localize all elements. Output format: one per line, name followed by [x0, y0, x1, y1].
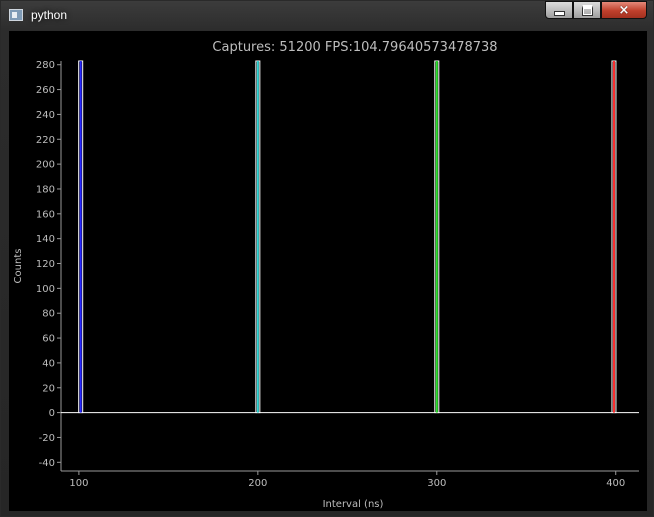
axes: 280260240220200180160140120100806040200-…	[36, 60, 639, 489]
title-bar[interactable]: python ×	[1, 1, 653, 31]
x-axis-label: Interval (ns)	[323, 499, 384, 510]
x-tick-label: 100	[69, 478, 88, 489]
y-tick-label: 200	[36, 160, 55, 171]
bar-fill	[612, 61, 615, 413]
bars	[78, 60, 617, 414]
bar-fill	[435, 61, 438, 413]
histogram-chart[interactable]: Captures: 51200 FPS:104.79640573478738 C…	[9, 31, 647, 511]
y-tick-label: 240	[36, 110, 55, 121]
bar-fill	[79, 61, 82, 413]
minimize-button[interactable]	[545, 1, 573, 19]
plot-area[interactable]: Captures: 51200 FPS:104.79640573478738 C…	[9, 31, 647, 511]
bar-fill	[256, 61, 259, 413]
y-axis-label: Counts	[13, 249, 24, 284]
maximize-icon	[581, 4, 593, 16]
y-tick-label: -40	[39, 458, 55, 469]
y-tick-label: 280	[36, 60, 55, 71]
y-tick-label: 20	[42, 383, 55, 394]
close-button[interactable]: ×	[601, 1, 647, 19]
window-title: python	[31, 8, 68, 22]
close-icon: ×	[618, 2, 630, 18]
histogram-bar	[611, 60, 617, 414]
histogram-bar	[255, 60, 261, 414]
app-window: python × Captures: 51200 FPS:104.7964057…	[0, 0, 654, 517]
y-tick-label: 60	[42, 334, 55, 345]
y-tick-label: 140	[36, 234, 55, 245]
minimize-icon	[553, 11, 565, 16]
window-controls: ×	[545, 1, 647, 19]
x-tick-label: 400	[606, 478, 625, 489]
y-tick-label: 120	[36, 259, 55, 270]
histogram-bar	[434, 60, 440, 414]
histogram-bar	[78, 60, 84, 414]
y-tick-label: 220	[36, 135, 55, 146]
y-tick-label: 0	[49, 408, 55, 419]
window-icon[interactable]	[9, 9, 23, 21]
y-tick-label: 160	[36, 209, 55, 220]
y-tick-label: 80	[42, 309, 55, 320]
x-tick-label: 200	[248, 478, 267, 489]
y-tick-label: 40	[42, 358, 55, 369]
maximize-button[interactable]	[573, 1, 601, 19]
y-tick-label: -20	[39, 433, 55, 444]
y-tick-label: 100	[36, 284, 55, 295]
y-tick-label: 260	[36, 85, 55, 96]
chart-title: Captures: 51200 FPS:104.79640573478738	[212, 40, 497, 55]
y-tick-label: 180	[36, 184, 55, 195]
x-tick-label: 300	[427, 478, 446, 489]
